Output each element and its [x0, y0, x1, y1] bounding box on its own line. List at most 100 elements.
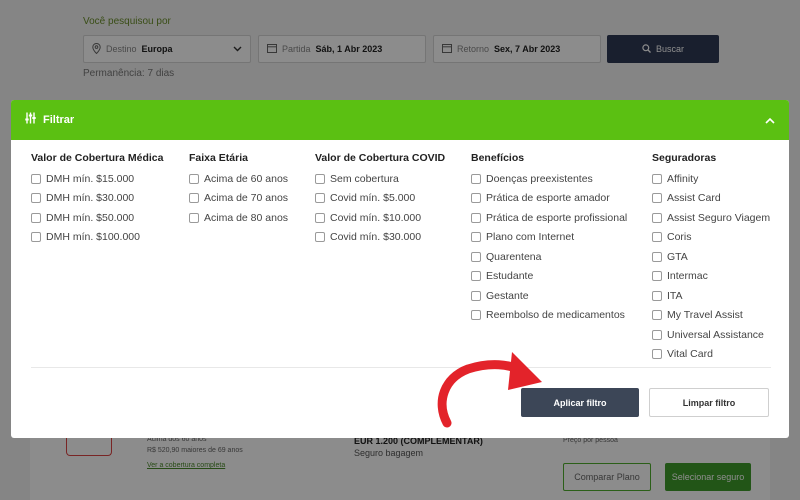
filter-option-insurer[interactable]: Assist Seguro Viagem [652, 208, 770, 228]
checkbox[interactable] [189, 212, 199, 223]
filter-option-benefit[interactable]: Gestante [471, 286, 627, 306]
filter-option-benefit[interactable]: Doenças preexistentes [471, 169, 627, 189]
filter-option-dmh-100000[interactable]: DMH mín. $100.000 [31, 228, 163, 248]
filter-option-insurer[interactable]: Assist Card [652, 189, 770, 209]
chevron-up-icon[interactable] [763, 113, 777, 127]
filter-option-dmh-30000[interactable]: DMH mín. $30.000 [31, 189, 163, 209]
filter-divider [31, 367, 771, 368]
option-label: Quarentena [486, 250, 542, 263]
option-label: Reembolso de medicamentos [486, 309, 625, 322]
filter-column-title: Valor de Cobertura Médica [31, 152, 164, 164]
checkbox[interactable] [471, 251, 481, 262]
checkbox[interactable] [652, 251, 662, 262]
option-label: DMH mín. $100.000 [46, 231, 140, 244]
option-label: Estudante [486, 270, 534, 283]
option-label: Universal Assistance [667, 328, 764, 341]
filter-header[interactable]: Filtrar [11, 100, 789, 140]
filter-option-age-70[interactable]: Acima de 70 anos [189, 189, 288, 209]
filter-column-title: Seguradoras [652, 152, 717, 164]
filter-option-insurer[interactable]: GTA [652, 247, 770, 267]
checkbox[interactable] [31, 193, 41, 204]
checkbox[interactable] [315, 232, 325, 243]
checkbox[interactable] [471, 232, 481, 243]
checkbox[interactable] [652, 212, 662, 223]
option-label: ITA [667, 289, 683, 302]
filter-option-benefit[interactable]: Plano com Internet [471, 228, 627, 248]
sliders-icon [25, 111, 36, 129]
filter-option-insurer[interactable]: My Travel Assist [652, 306, 770, 326]
checkbox[interactable] [652, 232, 662, 243]
filter-option-benefit[interactable]: Reembolso de medicamentos [471, 306, 627, 326]
checkbox[interactable] [315, 193, 325, 204]
checkbox[interactable] [471, 290, 481, 301]
checkbox[interactable] [652, 193, 662, 204]
checkbox[interactable] [471, 212, 481, 223]
option-label: Acima de 70 anos [204, 192, 289, 205]
checkbox[interactable] [471, 193, 481, 204]
option-label: Prática de esporte profissional [486, 211, 628, 224]
filter-column-title: Valor de Cobertura COVID [315, 152, 446, 164]
checkbox[interactable] [189, 173, 199, 184]
filter-option-age-80[interactable]: Acima de 80 anos [189, 208, 288, 228]
checkbox[interactable] [31, 173, 41, 184]
filter-modal: Filtrar Valor de Cobertura Médica DMH mí… [11, 100, 789, 438]
filter-option-insurer[interactable]: Vital Card [652, 345, 770, 365]
option-label: Sem cobertura [330, 172, 399, 185]
filter-column-insurers: Seguradoras Affinity Assist Card Assist … [652, 150, 770, 364]
filter-option-insurer[interactable]: Intermac [652, 267, 770, 287]
filter-option-covid-5000[interactable]: Covid mín. $5.000 [315, 189, 445, 209]
filter-column-age: Faixa Etária Acima de 60 anos Acima de 7… [189, 150, 288, 228]
checkbox[interactable] [471, 271, 481, 282]
filter-option-dmh-15000[interactable]: DMH mín. $15.000 [31, 169, 163, 189]
filter-option-age-60[interactable]: Acima de 60 anos [189, 169, 288, 189]
filter-column-medical: Valor de Cobertura Médica DMH mín. $15.0… [31, 150, 163, 247]
filter-column-benefits: Benefícios Doenças preexistentes Prática… [471, 150, 627, 325]
checkbox[interactable] [652, 290, 662, 301]
apply-filter-button[interactable]: Aplicar filtro [521, 388, 639, 417]
filter-option-insurer[interactable]: Universal Assistance [652, 325, 770, 345]
filter-column-title: Faixa Etária [189, 152, 248, 164]
option-label: DMH mín. $30.000 [46, 192, 135, 205]
clear-filter-button[interactable]: Limpar filtro [649, 388, 769, 417]
option-label: GTA [667, 250, 688, 263]
option-label: Affinity [667, 172, 699, 185]
checkbox[interactable] [652, 271, 662, 282]
option-label: Covid mín. $10.000 [330, 211, 422, 224]
option-label: DMH mín. $15.000 [46, 172, 135, 185]
filter-option-benefit[interactable]: Prática de esporte amador [471, 189, 627, 209]
option-label: Coris [667, 231, 692, 244]
checkbox[interactable] [652, 310, 662, 321]
filter-option-covid-none[interactable]: Sem cobertura [315, 169, 445, 189]
filter-option-insurer[interactable]: Affinity [652, 169, 770, 189]
option-label: Acima de 60 anos [204, 172, 289, 185]
checkbox[interactable] [471, 173, 481, 184]
checkbox[interactable] [189, 193, 199, 204]
checkbox[interactable] [31, 212, 41, 223]
filter-option-benefit[interactable]: Prática de esporte profissional [471, 208, 627, 228]
checkbox[interactable] [471, 310, 481, 321]
option-label: Covid mín. $5.000 [330, 192, 416, 205]
filter-option-covid-30000[interactable]: Covid mín. $30.000 [315, 228, 445, 248]
checkbox[interactable] [31, 232, 41, 243]
filter-option-insurer[interactable]: Coris [652, 228, 770, 248]
checkbox[interactable] [652, 173, 662, 184]
option-label: Assist Card [667, 192, 721, 205]
option-label: Covid mín. $30.000 [330, 231, 422, 244]
filter-option-dmh-50000[interactable]: DMH mín. $50.000 [31, 208, 163, 228]
option-label: Doenças preexistentes [486, 172, 593, 185]
filter-option-covid-10000[interactable]: Covid mín. $10.000 [315, 208, 445, 228]
option-label: DMH mín. $50.000 [46, 211, 135, 224]
option-label: Plano com Internet [486, 231, 575, 244]
filter-option-insurer[interactable]: ITA [652, 286, 770, 306]
filter-option-benefit[interactable]: Estudante [471, 267, 627, 287]
filter-title: Filtrar [43, 114, 75, 126]
filter-column-covid: Valor de Cobertura COVID Sem cobertura C… [315, 150, 445, 247]
checkbox[interactable] [652, 329, 662, 340]
checkbox[interactable] [315, 212, 325, 223]
option-label: Assist Seguro Viagem [667, 211, 771, 224]
option-label: My Travel Assist [667, 309, 743, 322]
filter-option-benefit[interactable]: Quarentena [471, 247, 627, 267]
filter-column-title: Benefícios [471, 152, 525, 164]
checkbox[interactable] [315, 173, 325, 184]
checkbox[interactable] [652, 349, 662, 360]
